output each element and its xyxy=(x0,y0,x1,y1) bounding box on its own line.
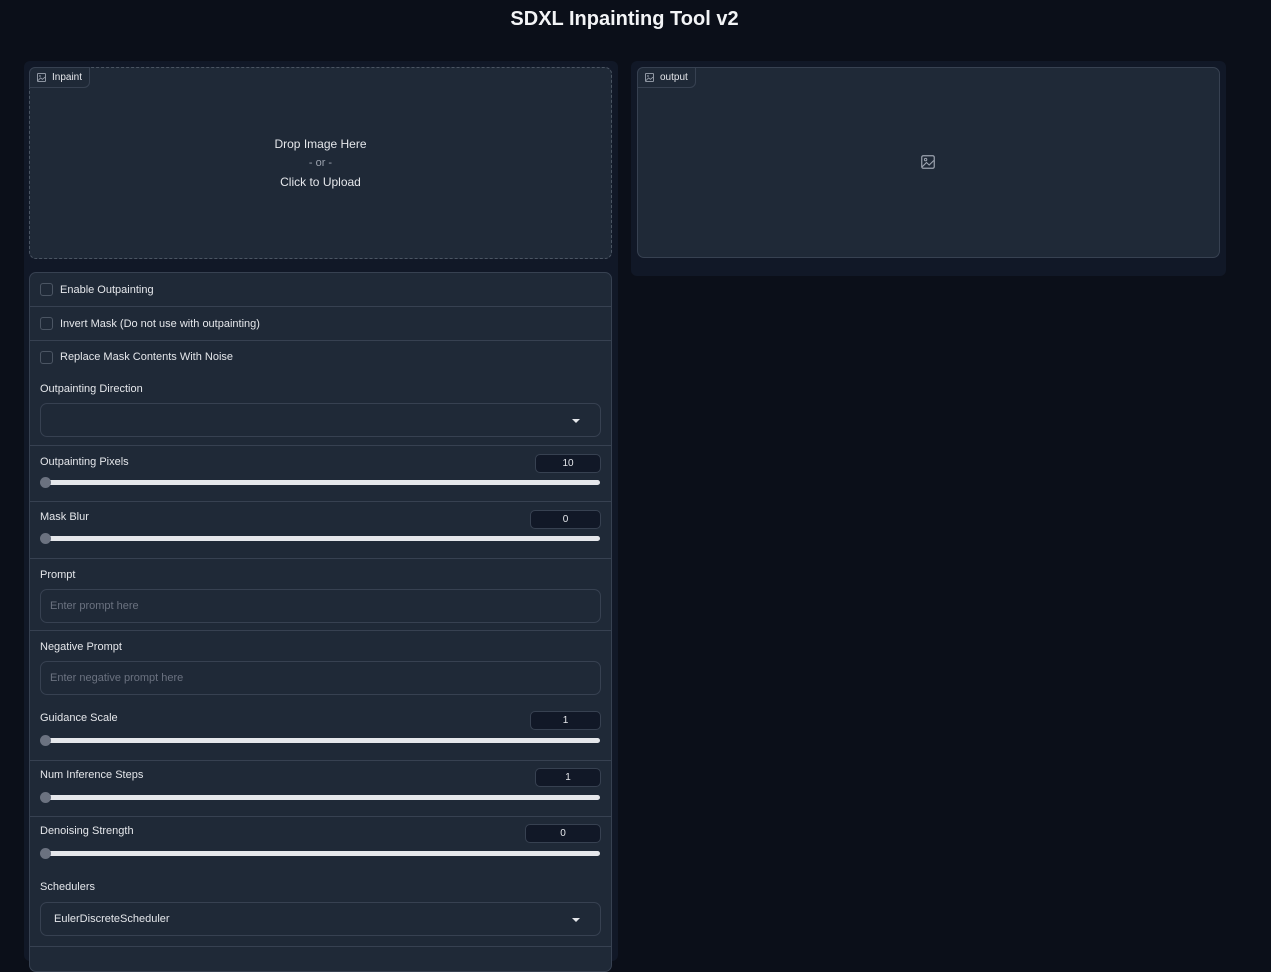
slider-thumb[interactable] xyxy=(40,533,51,544)
app-title: SDXL Inpainting Tool v2 xyxy=(510,8,739,30)
replace-noise-label: Replace Mask Contents With Noise xyxy=(60,351,234,363)
guidance-scale-slider[interactable] xyxy=(40,735,600,746)
chevron-down-icon xyxy=(572,918,580,922)
slider-thumb[interactable] xyxy=(40,477,51,488)
denoising-strength-slider[interactable] xyxy=(40,848,600,859)
click-to-upload-text: Click to Upload xyxy=(280,175,361,189)
guidance-scale-label: Guidance Scale xyxy=(40,712,118,724)
enable-outpainting-checkbox[interactable] xyxy=(40,283,53,296)
num-inference-steps-input[interactable]: 1 xyxy=(535,768,601,787)
image-icon xyxy=(37,73,46,82)
prompt-label: Prompt xyxy=(40,569,76,581)
inpaint-label-badge: Inpaint xyxy=(29,67,91,88)
denoising-strength-input[interactable]: 0 xyxy=(525,824,601,843)
guidance-scale-block: Guidance Scale 1 xyxy=(30,704,611,761)
denoising-strength-block: Denoising Strength 0 xyxy=(30,817,611,873)
left-column: Inpaint Drop Image Here - or - Click to … xyxy=(24,61,618,972)
schedulers-label: Schedulers xyxy=(40,881,96,893)
schedulers-dropdown[interactable]: EulerDiscreteScheduler xyxy=(40,902,601,936)
outpainting-direction-label: Outpainting Direction xyxy=(40,383,143,395)
drop-image-text: Drop Image Here xyxy=(274,137,367,151)
prompt-block: Prompt Enter prompt here xyxy=(30,559,611,631)
chevron-down-icon xyxy=(572,419,580,423)
enable-outpainting-label: Enable Outpainting xyxy=(60,283,154,296)
num-inference-steps-block: Num Inference Steps 1 xyxy=(30,761,611,817)
num-inference-steps-slider[interactable] xyxy=(40,792,600,803)
outpainting-pixels-input[interactable]: 10 xyxy=(535,454,601,473)
slider-thumb[interactable] xyxy=(40,848,51,859)
guidance-scale-input[interactable]: 1 xyxy=(530,711,601,730)
image-placeholder-icon xyxy=(921,155,935,169)
negative-prompt-block: Negative Prompt Enter negative prompt he… xyxy=(30,631,611,704)
schedulers-value: EulerDiscreteScheduler xyxy=(54,913,170,925)
schedulers-block: Schedulers EulerDiscreteScheduler xyxy=(30,873,611,947)
negative-prompt-label: Negative Prompt xyxy=(40,641,122,653)
mask-blur-slider[interactable] xyxy=(40,533,600,544)
replace-noise-checkbox[interactable] xyxy=(40,350,53,364)
inpaint-image-upload[interactable]: Inpaint Drop Image Here - or - Click to … xyxy=(29,67,612,259)
right-column: output xyxy=(631,61,1226,276)
mask-blur-input[interactable]: 0 xyxy=(530,510,601,529)
outpainting-direction-dropdown[interactable] xyxy=(40,403,601,437)
mask-blur-block: Mask Blur 0 xyxy=(30,502,611,559)
negative-prompt-input[interactable]: Enter negative prompt here xyxy=(40,661,601,695)
output-image: output xyxy=(637,67,1220,258)
or-text: - or - xyxy=(308,157,333,169)
upload-instructions[interactable]: Drop Image Here - or - Click to Upload xyxy=(30,135,611,192)
invert-mask-checkbox[interactable] xyxy=(40,317,53,330)
slider-thumb[interactable] xyxy=(40,735,51,746)
output-label: output xyxy=(660,72,688,83)
replace-noise-row[interactable]: Replace Mask Contents With Noise xyxy=(30,341,611,373)
outpainting-pixels-slider[interactable] xyxy=(40,477,600,488)
enable-outpainting-row[interactable]: Enable Outpainting xyxy=(30,273,611,307)
outpainting-direction-block: Outpainting Direction xyxy=(30,373,611,446)
num-inference-steps-label: Num Inference Steps xyxy=(40,769,144,781)
output-label-badge: output xyxy=(637,67,696,88)
outpainting-pixels-label: Outpainting Pixels xyxy=(40,456,129,468)
inpaint-label: Inpaint xyxy=(52,72,83,83)
invert-mask-label: Invert Mask (Do not use with outpainting… xyxy=(60,317,260,330)
denoising-strength-label: Denoising Strength xyxy=(40,825,134,837)
prompt-input[interactable]: Enter prompt here xyxy=(40,589,601,623)
mask-blur-label: Mask Blur xyxy=(40,511,89,523)
settings-panel: Enable Outpainting Invert Mask (Do not u… xyxy=(29,272,612,972)
image-icon xyxy=(645,73,654,82)
outpainting-pixels-block: Outpainting Pixels 10 xyxy=(30,446,611,502)
slider-thumb[interactable] xyxy=(40,792,51,803)
invert-mask-row[interactable]: Invert Mask (Do not use with outpainting… xyxy=(30,307,611,341)
